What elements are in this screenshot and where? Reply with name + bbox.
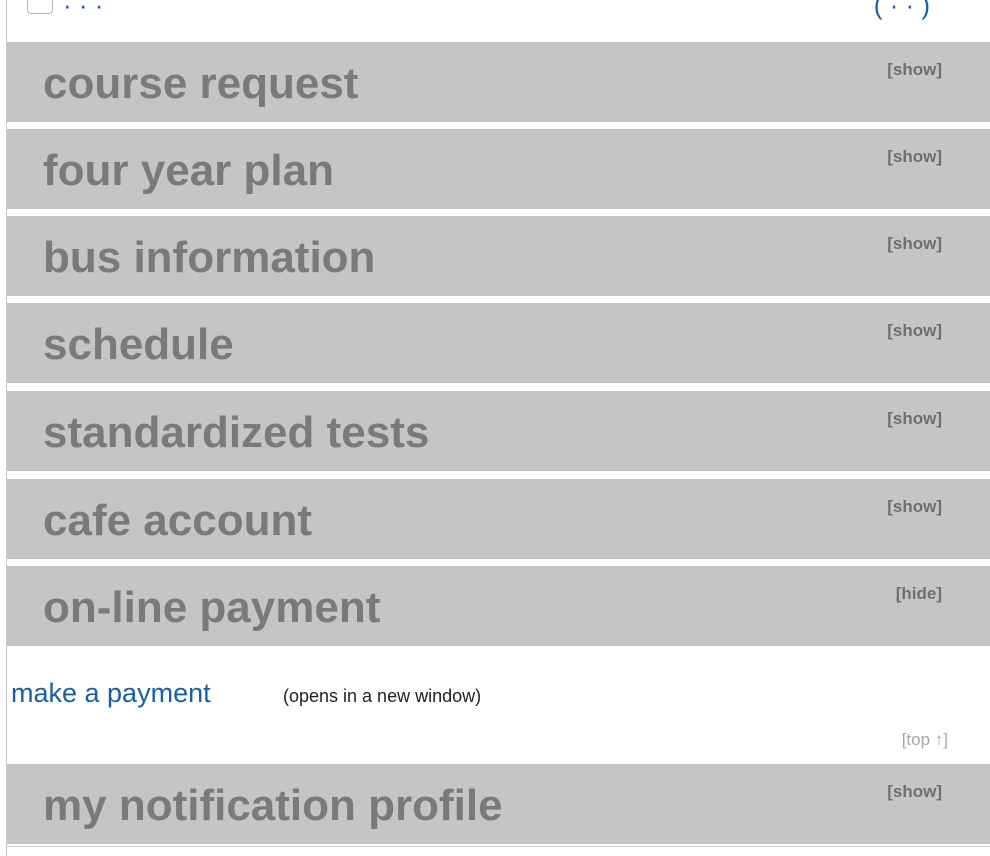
section-title[interactable]: on-line payment <box>43 580 380 636</box>
show-toggle[interactable]: [show] <box>887 60 942 80</box>
section-title[interactable]: cafe account <box>43 493 312 549</box>
new-window-note: (opens in a new window) <box>283 686 482 706</box>
show-toggle[interactable]: [show] <box>887 147 942 167</box>
bottom-edge <box>7 846 990 856</box>
back-to-top-link[interactable]: [top ↑] <box>902 730 948 750</box>
section-title[interactable]: schedule <box>43 317 234 373</box>
top-partial-row: · · · ( · · ) <box>7 0 990 42</box>
section-title[interactable]: course request <box>43 56 358 112</box>
page: · · · ( · · ) course request [show] four… <box>0 0 990 856</box>
top-partial-link-note: ( · · ) <box>873 0 930 20</box>
make-payment-link[interactable]: make a payment <box>11 678 211 709</box>
hide-toggle[interactable]: [hide] <box>896 584 942 604</box>
section-online-payment[interactable]: on-line payment [hide] <box>7 566 990 646</box>
section-four-year-plan[interactable]: four year plan [show] <box>7 129 990 209</box>
section-course-request[interactable]: course request [show] <box>7 42 990 122</box>
show-toggle[interactable]: [show] <box>887 321 942 341</box>
section-my-notification-profile[interactable]: my notification profile [show] <box>7 764 990 844</box>
show-toggle[interactable]: [show] <box>887 497 942 517</box>
top-checkbox[interactable] <box>27 0 53 14</box>
online-payment-content: make a payment (opens in a new window) [… <box>7 646 990 764</box>
show-toggle[interactable]: [show] <box>887 234 942 254</box>
section-title[interactable]: four year plan <box>43 143 334 199</box>
top-partial-link[interactable]: · · · <box>63 0 103 21</box>
show-toggle[interactable]: [show] <box>887 782 942 802</box>
section-standardized-tests[interactable]: standardized tests [show] <box>7 391 990 471</box>
section-title[interactable]: my notification profile <box>43 778 503 834</box>
section-title[interactable]: bus information <box>43 230 375 286</box>
section-bus-information[interactable]: bus information [show] <box>7 216 990 296</box>
section-title[interactable]: standardized tests <box>43 405 429 461</box>
show-toggle[interactable]: [show] <box>887 409 942 429</box>
section-schedule[interactable]: schedule [show] <box>7 303 990 383</box>
section-cafe-account[interactable]: cafe account [show] <box>7 479 990 559</box>
